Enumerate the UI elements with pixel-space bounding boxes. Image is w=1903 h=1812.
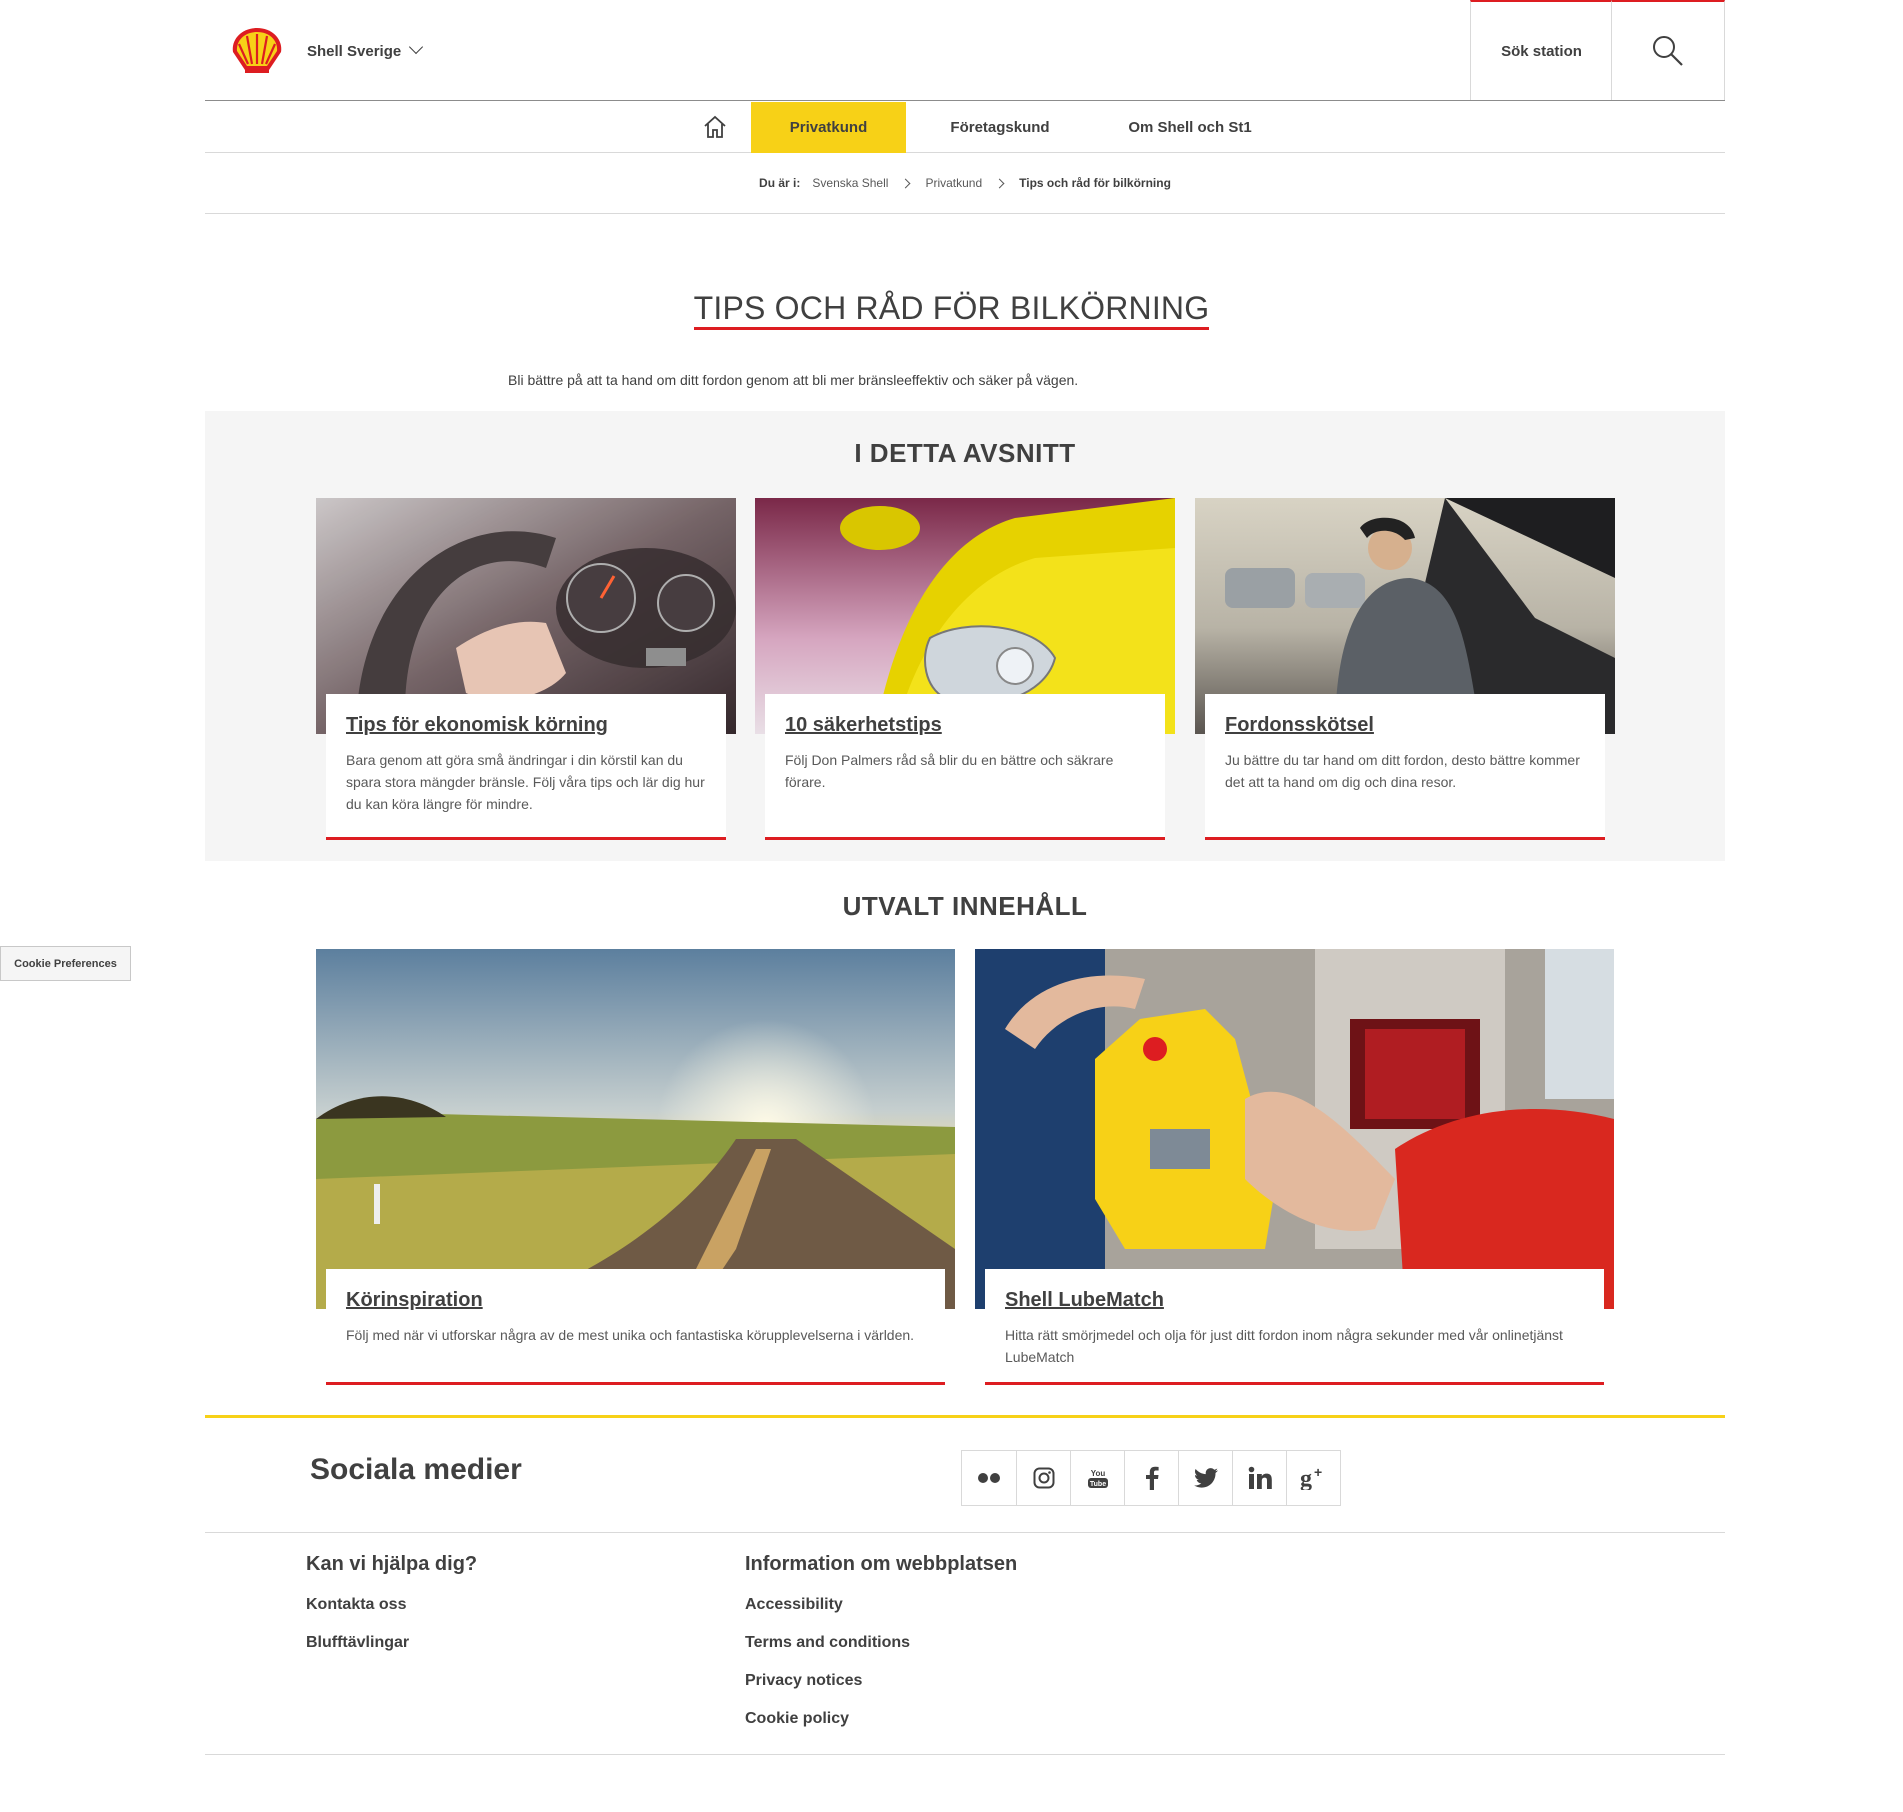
footer-links: Kan vi hjälpa dig? Kontakta oss Blufftäv… bbox=[205, 1533, 1725, 1755]
card-safety-tips[interactable]: 10 säkerhetstips Följ Don Palmers råd så… bbox=[755, 498, 1175, 840]
shell-logo[interactable] bbox=[229, 26, 285, 76]
card-lubematch[interactable]: Shell LubeMatch Hitta rätt smörjmedel oc… bbox=[975, 949, 1614, 1385]
footer-link-terms[interactable]: Terms and conditions bbox=[745, 1634, 1017, 1652]
svg-text:g: g bbox=[1300, 1466, 1312, 1490]
search-button[interactable] bbox=[1611, 0, 1725, 100]
social-heading: Sociala medier bbox=[310, 1453, 522, 1486]
cookie-preferences-button[interactable]: Cookie Preferences bbox=[0, 946, 131, 981]
instagram-icon[interactable] bbox=[1016, 1451, 1070, 1505]
card-description: Hitta rätt smörjmedel och olja för just … bbox=[1005, 1327, 1563, 1365]
section-heading: UTVALT INNEHÅLL bbox=[842, 891, 1088, 921]
svg-text:Tube: Tube bbox=[1089, 1481, 1105, 1488]
linkedin-icon[interactable] bbox=[1232, 1451, 1286, 1505]
page-intro: Bli bättre på att ta hand om ditt fordon… bbox=[508, 372, 1079, 388]
card-description: Följ Don Palmers råd så blir du en bättr… bbox=[785, 752, 1114, 790]
section-heading: I DETTA AVSNITT bbox=[854, 438, 1076, 468]
card-body: Tips för ekonomisk körning Bara genom at… bbox=[326, 694, 726, 840]
nav-item-foretagskund[interactable]: Företagskund bbox=[925, 102, 1075, 153]
chevron-down-icon bbox=[409, 39, 424, 55]
footer-heading: Information om webbplatsen bbox=[745, 1553, 1018, 1575]
footer-col-help: Kan vi hjälpa dig? Kontakta oss Blufftäv… bbox=[306, 1553, 477, 1672]
footer-heading: Kan vi hjälpa dig? bbox=[306, 1553, 478, 1575]
card-image bbox=[316, 949, 955, 1309]
country-selector[interactable]: Shell Sverige bbox=[307, 39, 424, 60]
breadcrumb-link[interactable]: Privatkund bbox=[925, 176, 982, 190]
site-header: Shell Sverige Sök station bbox=[205, 0, 1725, 101]
card-description: Bara genom att göra små ändringar i din … bbox=[346, 752, 705, 812]
main-nav: Privatkund Företagskund Om Shell och St1 bbox=[205, 101, 1725, 153]
section-featured-content: UTVALT INNEHÅLL Körinspiration Följ med … bbox=[205, 861, 1725, 1415]
breadcrumb-prefix: Du är i: bbox=[759, 176, 801, 190]
breadcrumb-current: Tips och råd för bilkörning bbox=[1019, 176, 1171, 190]
country-label: Shell Sverige bbox=[307, 43, 402, 60]
social-icons: You Tube g + bbox=[961, 1450, 1341, 1506]
search-icon bbox=[1653, 36, 1683, 66]
flickr-icon[interactable] bbox=[962, 1451, 1016, 1505]
social-media-bar: Sociala medier You Tube g + bbox=[205, 1415, 1725, 1533]
footer-link-cookie-policy[interactable]: Cookie policy bbox=[745, 1710, 1017, 1728]
nav-item-privatkund[interactable]: Privatkund bbox=[751, 102, 906, 153]
card-title[interactable]: Shell LubeMatch bbox=[1005, 1289, 1584, 1312]
card-title[interactable]: 10 säkerhetstips bbox=[785, 714, 1145, 737]
page-title: TIPS OCH RÅD FÖR BILKÖRNING bbox=[0, 290, 1903, 330]
card-vehicle-care[interactable]: Fordonsskötsel Ju bättre du tar hand om … bbox=[1195, 498, 1615, 840]
chevron-right-icon bbox=[994, 178, 1005, 188]
footer-link-scam[interactable]: Blufftävlingar bbox=[306, 1634, 477, 1652]
googleplus-icon[interactable]: g + bbox=[1286, 1451, 1340, 1505]
card-description: Följ med när vi utforskar några av de me… bbox=[346, 1327, 915, 1343]
svg-text:+: + bbox=[1314, 1466, 1322, 1480]
home-icon bbox=[704, 115, 726, 138]
card-title[interactable]: Tips för ekonomisk körning bbox=[346, 714, 706, 737]
card-title[interactable]: Fordonsskötsel bbox=[1225, 714, 1585, 737]
footer-link-privacy[interactable]: Privacy notices bbox=[745, 1672, 1017, 1690]
card-body: Körinspiration Följ med när vi utforskar… bbox=[326, 1269, 945, 1385]
card-body: Fordonsskötsel Ju bättre du tar hand om … bbox=[1205, 694, 1605, 840]
youtube-icon[interactable]: You Tube bbox=[1070, 1451, 1124, 1505]
facebook-icon[interactable] bbox=[1124, 1451, 1178, 1505]
card-body: 10 säkerhetstips Följ Don Palmers råd så… bbox=[765, 694, 1165, 840]
card-title[interactable]: Körinspiration bbox=[346, 1289, 925, 1312]
card-image bbox=[975, 949, 1614, 1309]
svg-text:You: You bbox=[1090, 1469, 1105, 1478]
twitter-icon[interactable] bbox=[1178, 1451, 1232, 1505]
card-driving-inspiration[interactable]: Körinspiration Följ med när vi utforskar… bbox=[316, 949, 955, 1385]
breadcrumb-link[interactable]: Svenska Shell bbox=[812, 176, 888, 190]
section-in-this-section: I DETTA AVSNITT Tips för ekonomisk körni… bbox=[205, 411, 1725, 861]
footer-col-info: Information om webbplatsen Accessibility… bbox=[745, 1553, 1017, 1748]
card-description: Ju bättre du tar hand om ditt fordon, de… bbox=[1225, 752, 1580, 790]
nav-item-om-shell[interactable]: Om Shell och St1 bbox=[1095, 102, 1285, 153]
breadcrumb: Du är i: Svenska Shell Privatkund Tips o… bbox=[205, 153, 1725, 214]
home-link[interactable] bbox=[685, 111, 745, 143]
footer-link-accessibility[interactable]: Accessibility bbox=[745, 1596, 1017, 1614]
card-eco-driving[interactable]: Tips för ekonomisk körning Bara genom at… bbox=[316, 498, 736, 840]
card-body: Shell LubeMatch Hitta rätt smörjmedel oc… bbox=[985, 1269, 1604, 1385]
find-station-button[interactable]: Sök station bbox=[1470, 0, 1612, 100]
footer-link-contact[interactable]: Kontakta oss bbox=[306, 1596, 477, 1614]
chevron-right-icon bbox=[900, 178, 911, 188]
